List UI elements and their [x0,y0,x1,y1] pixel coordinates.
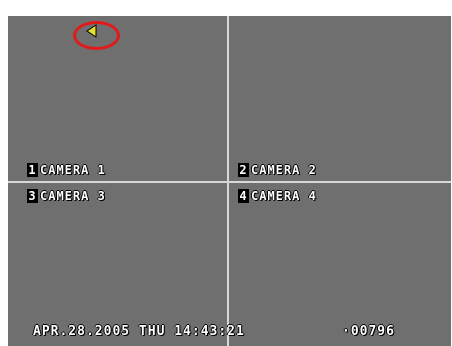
camera-number-badge: 3 [27,189,38,203]
camera-label-1: 1 CAMERA 1 [27,163,106,177]
camera-name: CAMERA 3 [40,189,106,203]
quad-divider-horizontal [8,181,451,183]
camera-label-2: 2 CAMERA 2 [238,163,317,177]
camera-name: CAMERA 4 [251,189,317,203]
camera-number-badge: 1 [27,163,38,177]
camera-label-4: 4 CAMERA 4 [238,189,317,203]
dvr-quad-screen: 1 CAMERA 1 2 CAMERA 2 3 CAMERA 3 4 CAMER… [8,16,451,346]
camera-name: CAMERA 1 [40,163,106,177]
datetime-display: APR.28.2005 THU 14:43:21 [33,324,245,339]
reverse-play-icon[interactable] [85,24,97,38]
camera-label-3: 3 CAMERA 3 [27,189,106,203]
camera-name: CAMERA 2 [251,163,317,177]
camera-number-badge: 4 [238,189,249,203]
camera-number-badge: 2 [238,163,249,177]
recording-counter: ·00796 [342,324,395,339]
